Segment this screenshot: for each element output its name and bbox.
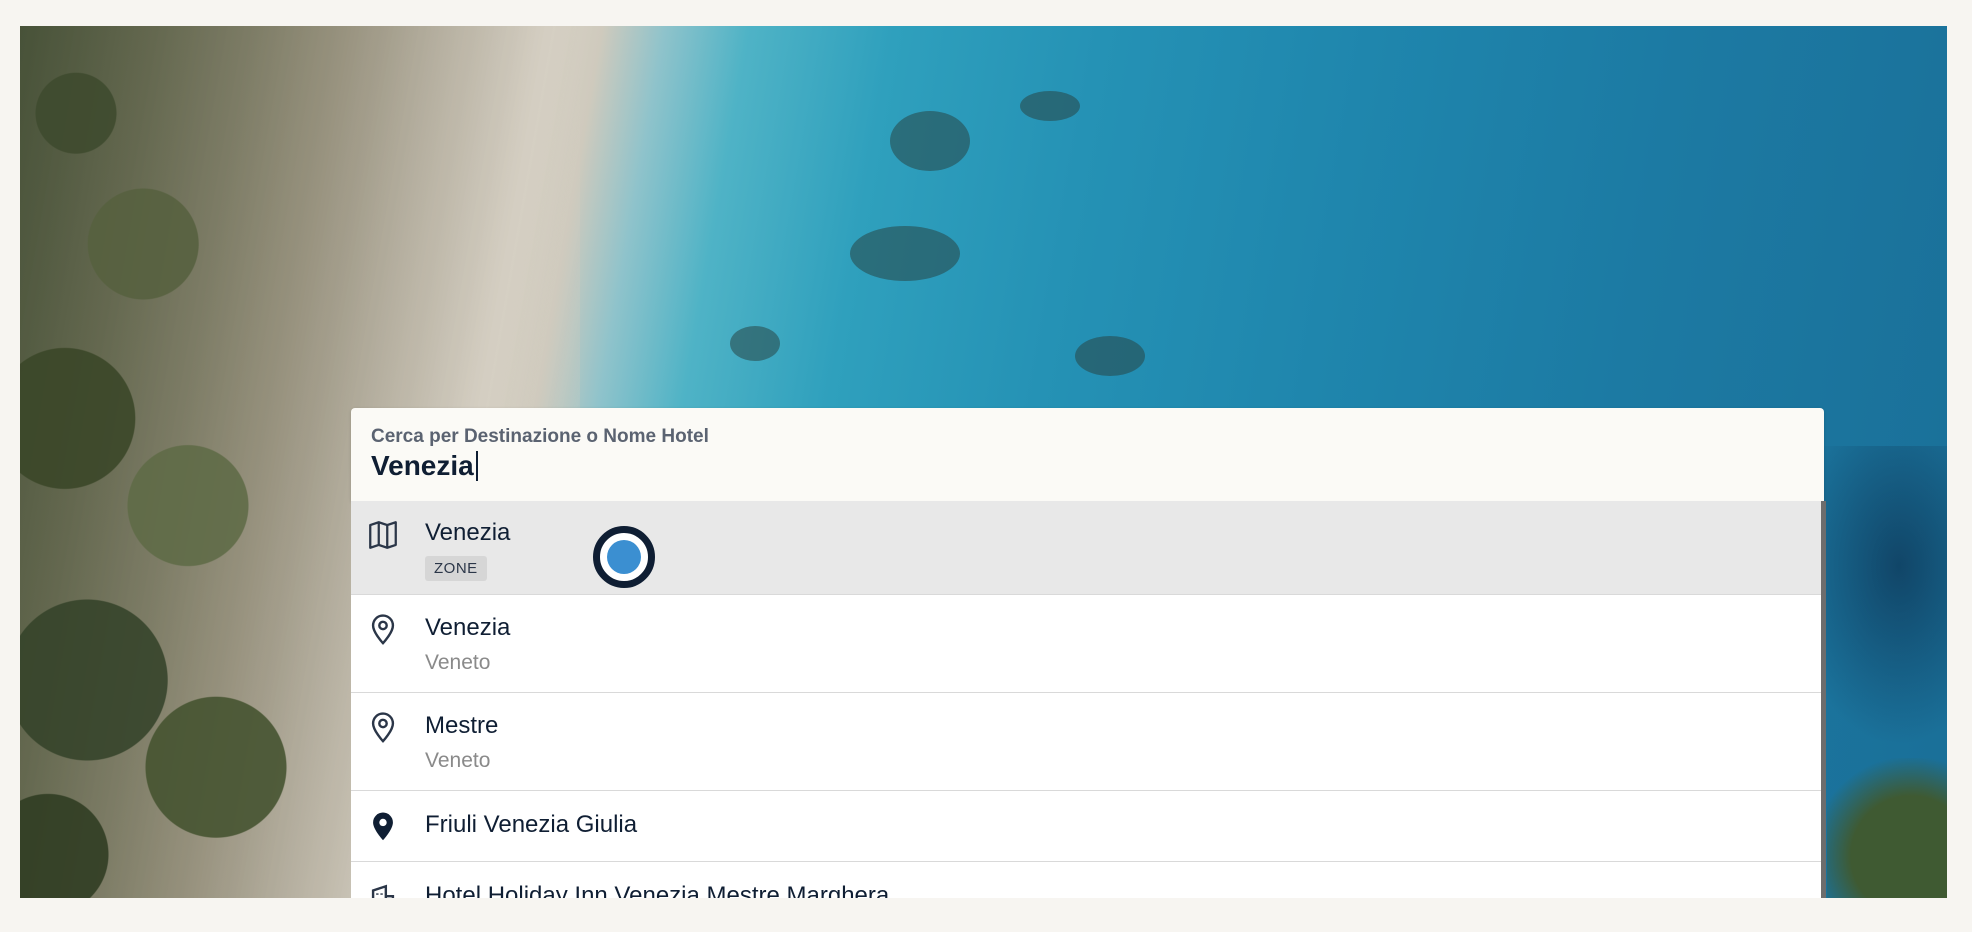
- location-pin-outline-icon: [371, 614, 395, 645]
- search-label: Cerca per Destinazione o Nome Hotel: [371, 426, 709, 447]
- suggestion-item-venezia-veneto[interactable]: Venezia Veneto: [351, 595, 1821, 693]
- sea-rock: [1075, 336, 1145, 376]
- suggestions-dropdown: Venezia ZONE Venezia Veneto Mestre Venet…: [351, 501, 1826, 898]
- text-caret: [475, 451, 478, 481]
- vegetation-corner: [1827, 758, 1947, 898]
- suggestion-item-hotel-holiday-inn[interactable]: Hotel Holiday Inn Venezia Mestre Margher…: [351, 862, 1821, 898]
- location-pin-filled-icon: [373, 812, 393, 841]
- suggestion-item-venezia-zone[interactable]: Venezia ZONE: [351, 501, 1821, 595]
- suggestion-title: Friuli Venezia Giulia: [425, 811, 638, 838]
- suggestion-item-mestre[interactable]: Mestre Veneto: [351, 693, 1821, 791]
- suggestion-title: Venezia: [425, 614, 511, 641]
- sea-rock: [850, 226, 960, 281]
- suggestion-subtitle: Veneto: [425, 651, 491, 674]
- suggestion-subtitle: Veneto: [425, 749, 491, 772]
- suggestion-title: Hotel Holiday Inn Venezia Mestre Margher…: [425, 882, 890, 898]
- sea-rock: [1020, 91, 1080, 121]
- suggestion-item-friuli-venezia-giulia[interactable]: Friuli Venezia Giulia: [351, 791, 1821, 862]
- search-box[interactable]: Cerca per Destinazione o Nome Hotel Vene…: [351, 408, 1824, 501]
- hotel-building-icon: [371, 884, 395, 898]
- suggestion-title: Mestre: [425, 712, 499, 739]
- suggestion-title: Venezia: [425, 519, 511, 546]
- search-input[interactable]: Venezia: [371, 450, 478, 482]
- search-input-value: Venezia: [371, 450, 474, 481]
- sea-rock: [890, 111, 970, 171]
- map-icon: [369, 521, 397, 549]
- location-pin-outline-icon: [371, 712, 395, 743]
- zone-badge: ZONE: [425, 556, 487, 581]
- sea-rock: [730, 326, 780, 361]
